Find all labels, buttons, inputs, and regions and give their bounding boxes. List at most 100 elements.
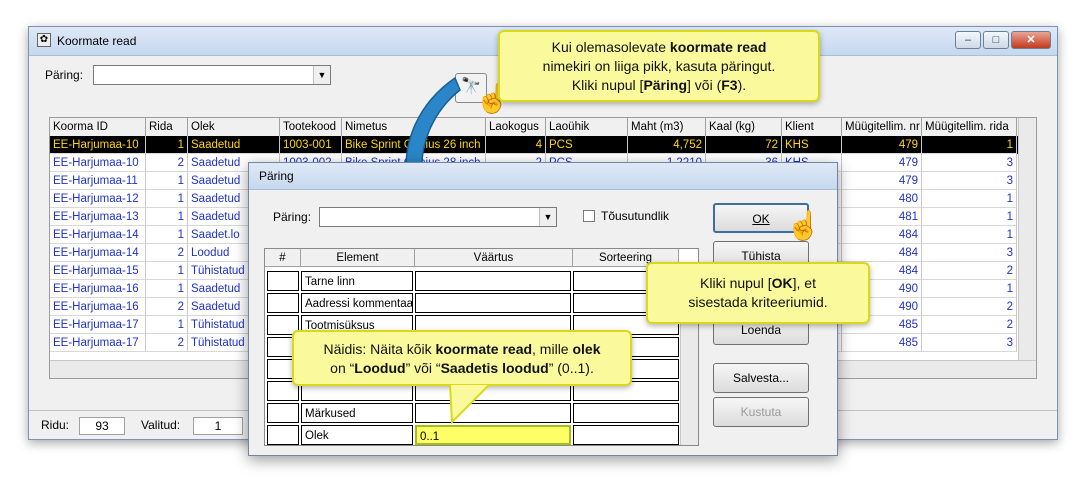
table-cell: 1	[146, 208, 188, 226]
table-cell: EE-Harjumaa-15	[50, 262, 146, 280]
callout-text: on “	[330, 360, 355, 376]
col-header[interactable]: Kaal (kg)	[706, 118, 782, 136]
callout-text-bold: koormate read	[435, 341, 533, 357]
table-cell: 1	[922, 208, 1017, 226]
col-header[interactable]: Klient	[782, 118, 842, 136]
criteria-index-cell[interactable]	[267, 403, 299, 423]
dialog-query-combobox[interactable]: ▼	[319, 207, 557, 227]
query-combobox[interactable]: ▼	[93, 65, 331, 85]
table-cell: 2	[922, 316, 1017, 334]
table-cell: 1	[146, 316, 188, 334]
table-cell: 3	[922, 334, 1017, 352]
table-cell: EE-Harjumaa-17	[50, 334, 146, 352]
table-cell: EE-Harjumaa-17	[50, 316, 146, 334]
hand-cursor-icon: ☝	[786, 210, 821, 241]
table-cell: 479	[842, 172, 922, 190]
criteria-index-cell[interactable]	[267, 425, 299, 445]
table-cell: 2	[146, 334, 188, 352]
callout-text: ).	[737, 77, 747, 93]
window-title: Koormate read	[57, 34, 137, 48]
col-header[interactable]: Rida	[146, 118, 188, 136]
criteria-element-cell[interactable]: Aadressi kommentaa	[301, 293, 413, 313]
col-header[interactable]: Müügitellim. nr	[842, 118, 922, 136]
save-button[interactable]: Salvesta...	[713, 363, 809, 393]
callout-text: ], et	[792, 275, 816, 291]
case-sensitive-label: Tõusutundlik	[601, 209, 670, 223]
col-header[interactable]: Laokogus	[486, 118, 546, 136]
table-cell: 3	[922, 154, 1017, 172]
chevron-down-icon[interactable]: ▼	[539, 208, 556, 226]
table-cell: 1	[146, 190, 188, 208]
col-header[interactable]: Tootekood	[280, 118, 342, 136]
callout-text: Näidis: Näita kõik	[323, 341, 436, 357]
callout-example: Näidis: Näita kõik koormate read, mille …	[292, 330, 632, 386]
rows-count: 93	[79, 417, 125, 435]
table-cell: EE-Harjumaa-16	[50, 298, 146, 316]
criteria-value-cell[interactable]: 0..1	[415, 425, 571, 445]
table-cell: 72	[706, 136, 782, 154]
callout-text: ” või “	[405, 360, 441, 376]
callout-pointer	[448, 384, 492, 424]
table-cell: EE-Harjumaa-12	[50, 190, 146, 208]
callout-text-bold: Päring	[643, 77, 688, 93]
criteria-sort-cell[interactable]	[573, 425, 679, 445]
table-cell: 1	[146, 136, 188, 154]
table-cell: 1	[146, 172, 188, 190]
minimize-button[interactable]: –	[955, 31, 981, 49]
table-cell: Saadetud	[188, 136, 280, 154]
criteria-element-cell[interactable]: Olek	[301, 425, 413, 445]
criteria-index-cell[interactable]	[267, 271, 299, 291]
dialog-query-label: Päring:	[273, 210, 312, 224]
maximize-button[interactable]: □	[983, 31, 1009, 49]
dialog-title-bar: Päring	[249, 163, 837, 190]
criteria-sort-cell[interactable]	[573, 403, 679, 423]
callout-text-bold: OK	[771, 275, 793, 291]
chevron-down-icon[interactable]: ▼	[313, 66, 330, 84]
criteria-element-cell[interactable]: Tarne linn	[301, 271, 413, 291]
table-cell: 484	[842, 244, 922, 262]
col-header[interactable]: Laoühik	[546, 118, 628, 136]
table-cell: 484	[842, 226, 922, 244]
criteria-value-cell[interactable]	[415, 293, 571, 313]
table-cell: 2	[146, 244, 188, 262]
callout-text: , mille	[532, 341, 573, 357]
callout-ok-hint: Kliki nupul [OK], et sisestada kriteeriu…	[646, 262, 870, 324]
table-cell: 1003-001	[280, 136, 342, 154]
vertical-scrollbar[interactable]	[1018, 118, 1036, 378]
callout-text-bold: Saadetis loodud	[440, 360, 549, 376]
callout-query-hint: Kui olemasolevate koormate read nimekiri…	[498, 30, 820, 102]
selected-label: Valitud:	[141, 418, 181, 432]
app-icon: ✿	[37, 33, 51, 47]
criteria-element-cell[interactable]: Märkused	[301, 403, 413, 423]
table-cell: EE-Harjumaa-11	[50, 172, 146, 190]
col-header[interactable]: Müügitellim. rida	[922, 118, 1017, 136]
criteria-value-cell[interactable]	[415, 271, 571, 291]
selected-count: 1	[193, 417, 243, 435]
col-header[interactable]: Maht (m3)	[628, 118, 706, 136]
table-cell: 1	[146, 280, 188, 298]
table-cell: 4,752	[628, 136, 706, 154]
delete-button[interactable]: Kustuta	[713, 397, 809, 427]
criteria-index-cell[interactable]	[267, 293, 299, 313]
dialog-title: Päring	[259, 169, 294, 183]
close-button[interactable]: ✕	[1011, 31, 1051, 49]
rows-label: Ridu:	[41, 418, 70, 432]
query-label: Päring:	[45, 68, 84, 82]
callout-text: ” (0..1).	[548, 360, 594, 376]
table-cell: 2	[922, 298, 1017, 316]
col-header[interactable]: Olek	[188, 118, 280, 136]
table-cell: EE-Harjumaa-16	[50, 280, 146, 298]
table-cell: 4	[486, 136, 546, 154]
callout-text: Kliki nupul [	[571, 77, 644, 93]
criteria-header: Element	[301, 249, 415, 267]
callout-text-bold: koormate read	[669, 39, 767, 55]
table-row[interactable]: EE-Harjumaa-10 1 Saadetud 1003-001 Bike Spri…	[50, 136, 1036, 154]
table-cell: 1	[922, 226, 1017, 244]
case-sensitive-checkbox[interactable]	[583, 210, 595, 222]
col-header[interactable]: Koorma ID	[50, 118, 146, 136]
table-cell: 1	[146, 262, 188, 280]
table-cell: EE-Harjumaa-14	[50, 244, 146, 262]
table-cell: EE-Harjumaa-14	[50, 226, 146, 244]
callout-text: Kui olemasolevate	[551, 39, 670, 55]
table-cell: KHS	[782, 136, 842, 154]
